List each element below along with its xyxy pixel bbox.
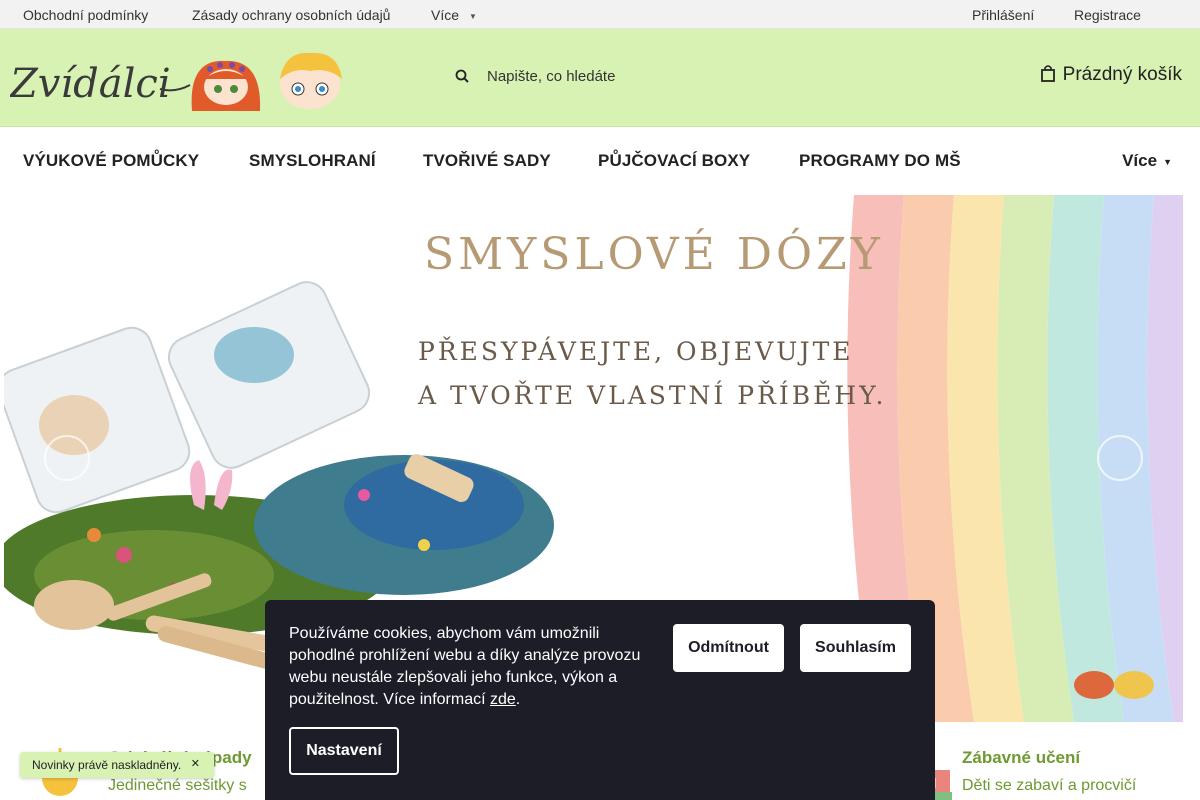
login-link[interactable]: Přihlášení	[972, 7, 1034, 23]
close-icon[interactable]: ✕	[191, 757, 200, 770]
site-logo[interactable]: Zvídálci	[10, 49, 350, 111]
benefit-text-fun-learning: Děti se zabaví a procvičí	[962, 777, 1137, 794]
slider-prev-button[interactable]	[44, 435, 90, 481]
banner-subtitle-line1: PŘESYPÁVEJTE, OBJEVUJTE	[418, 337, 854, 366]
nav-item-smyslohrani[interactable]: SMYSLOHRANÍ	[249, 151, 376, 171]
shopping-bag-icon	[1040, 65, 1055, 82]
nav-more-label: Více	[1122, 151, 1158, 170]
cookie-consent-bar: Používáme cookies, abychom vám umožnili …	[265, 600, 935, 800]
chevron-down-icon: ▼	[1163, 156, 1172, 167]
link-privacy[interactable]: Zásady ochrany osobních údajů	[192, 7, 390, 23]
cookie-accept-button[interactable]: Souhlasím	[800, 624, 911, 672]
link-terms[interactable]: Obchodní podmínky	[23, 7, 148, 23]
register-link[interactable]: Registrace	[1074, 7, 1141, 23]
nav-item-programy-do-ms[interactable]: PROGRAMY DO MŠ	[799, 151, 961, 171]
cookie-more-info-link[interactable]: zde	[490, 691, 516, 708]
chevron-down-icon: ▼	[469, 11, 477, 21]
search-box[interactable]: Napište, co hledáte	[450, 65, 850, 91]
slider-next-button[interactable]	[1097, 435, 1143, 481]
cookie-settings-button[interactable]: Nastavení	[289, 727, 399, 775]
jar-right-icon	[167, 281, 371, 469]
cookie-decline-button[interactable]: Odmítnout	[673, 624, 784, 672]
site-header: Zvídálci Napište, co hledáte Prázdný koš…	[0, 29, 1200, 127]
logo-girl-icon	[191, 60, 261, 111]
toast-text: Novinky právě naskladněny.	[32, 758, 182, 772]
nav-item-tvorive-sady[interactable]: TVOŘIVÉ SADY	[423, 151, 551, 171]
benefit-text-original-ideas: Jedinečné sešitky s	[108, 777, 247, 794]
cart-label: Prázdný košík	[1062, 64, 1182, 85]
top-utility-bar: Obchodní podmínky Zásady ochrany osobníc…	[0, 0, 1200, 29]
banner-subtitle-line2: A TVOŘTE VLASTNÍ PŘÍBĚHY.	[418, 381, 887, 410]
search-input[interactable]: Napište, co hledáte	[487, 68, 615, 85]
jar-left-icon	[4, 326, 191, 514]
cart-button[interactable]: Prázdný košík	[1040, 64, 1182, 90]
logo-text: Zvídálci	[10, 61, 171, 107]
logo-boy-icon	[280, 52, 342, 109]
news-toast[interactable]: Novinky právě naskladněny. ✕	[20, 752, 214, 778]
benefit-title-fun-learning: Zábavné učení	[962, 748, 1081, 767]
topbar-more-menu[interactable]: Více ▼	[431, 7, 477, 23]
search-icon	[455, 69, 469, 83]
nav-item-vyukove-pomucky[interactable]: VÝUKOVÉ POMŮCKY	[23, 151, 199, 171]
nav-more-menu[interactable]: Více ▼	[1122, 151, 1172, 171]
cookie-message-text: Používáme cookies, abychom vám umožnili …	[289, 625, 641, 708]
main-navigation: VÝUKOVÉ POMŮCKY SMYSLOHRANÍ TVOŘIVÉ SADY…	[0, 127, 1200, 195]
cookie-message: Používáme cookies, abychom vám umožnili …	[289, 625, 641, 708]
nav-item-pujcovaci-boxy[interactable]: PŮJČOVACÍ BOXY	[598, 151, 750, 171]
topbar-more-label: Více	[431, 7, 460, 23]
banner-title: SMYSLOVÉ DÓZY	[424, 229, 884, 280]
